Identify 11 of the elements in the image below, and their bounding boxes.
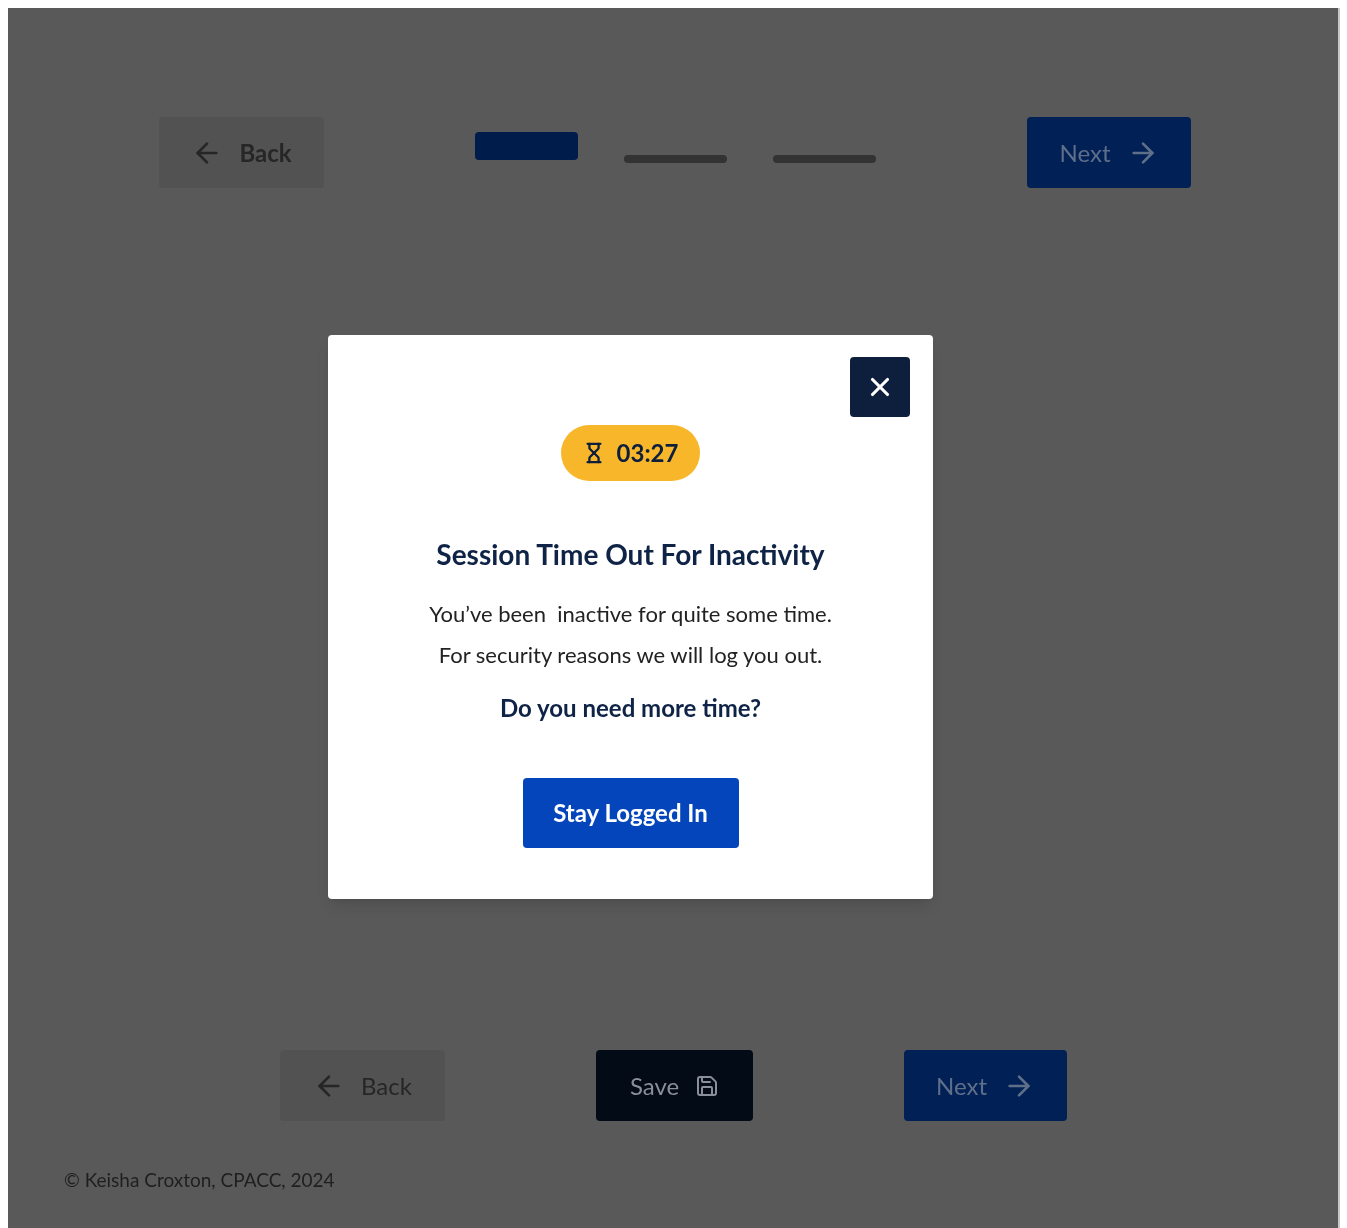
stay-logged-in-button[interactable]: Stay Logged In bbox=[522, 778, 739, 848]
message-text: For security reasons we will log you out. bbox=[438, 640, 823, 670]
question-text: Do you need more time? bbox=[499, 692, 762, 724]
save-button[interactable]: Save bbox=[596, 1050, 753, 1121]
dialog-title: Session Time Out For Inactivity bbox=[436, 536, 825, 573]
copyright-text: © Keisha Croxton, CPACC, 2024 bbox=[64, 1168, 335, 1191]
next-button[interactable]: Next bbox=[904, 1050, 1067, 1121]
next-button[interactable]: Next bbox=[1027, 117, 1191, 188]
message-text: You’ve been inactive for quite some time. bbox=[429, 599, 832, 629]
close-button[interactable] bbox=[850, 357, 910, 417]
timer-text: 03:27 bbox=[616, 437, 679, 469]
